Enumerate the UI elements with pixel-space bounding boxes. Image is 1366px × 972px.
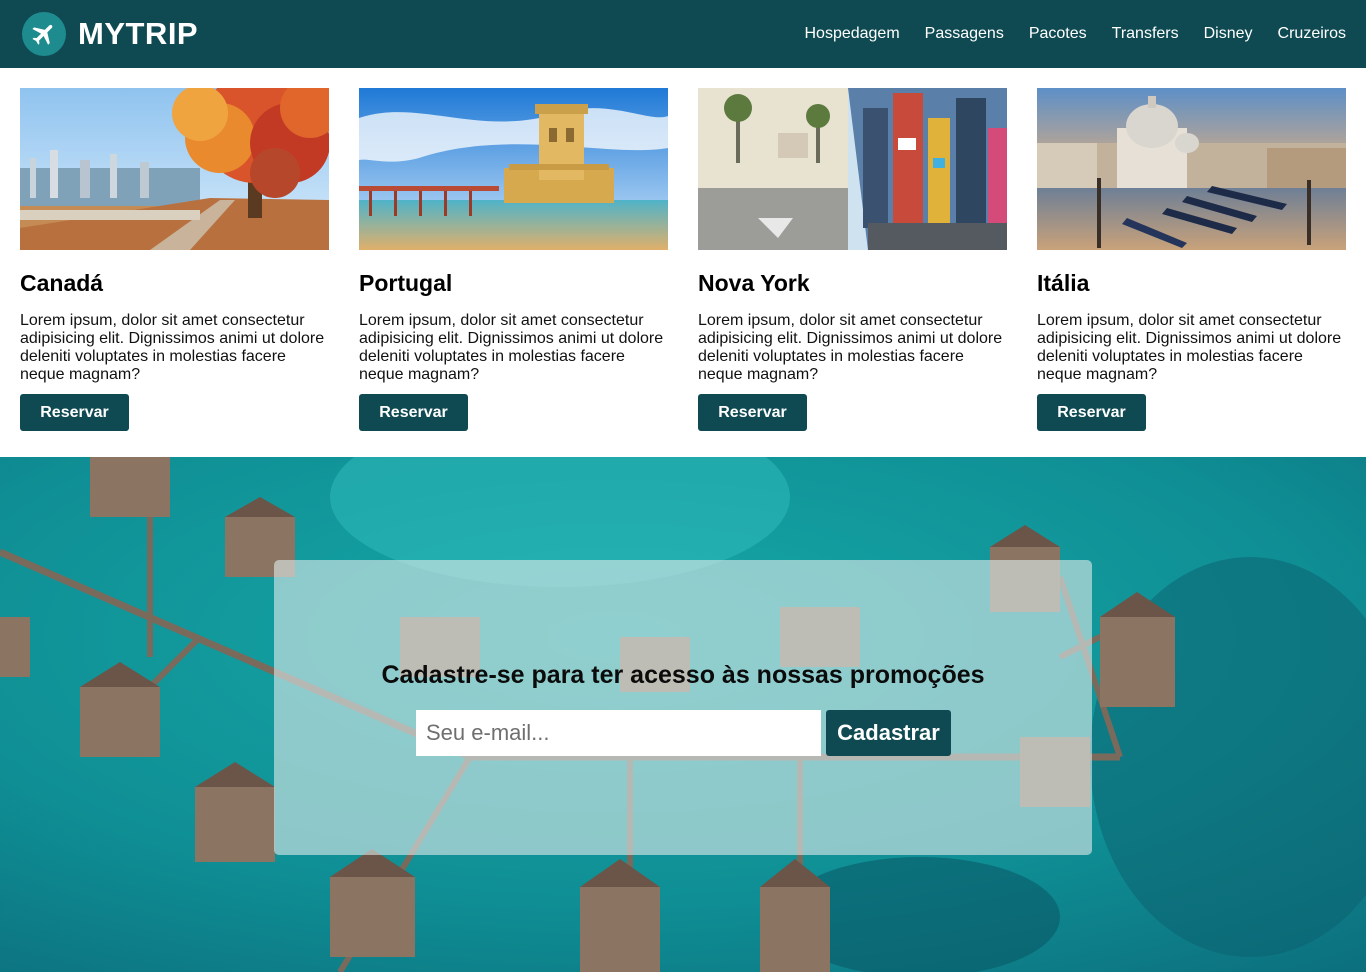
card-description: Lorem ipsum, dolor sit amet consectetur … [1037, 312, 1342, 383]
newsletter-hero: Cadastre-se para ter acesso às nossas pr… [0, 457, 1366, 972]
signup-form: Cadastrar [416, 710, 951, 756]
card-description: Lorem ipsum, dolor sit amet consectetur … [359, 312, 664, 383]
main-nav: Hospedagem Passagens Pacotes Transfers D… [779, 0, 1346, 68]
destination-card-nova-york: Nova York Lorem ipsum, dolor sit amet co… [698, 88, 1007, 431]
nav-item-disney[interactable]: Disney [1204, 25, 1253, 43]
nav-item-passagens[interactable]: Passagens [925, 25, 1004, 43]
brand-logo[interactable]: MYTRIP [22, 12, 198, 56]
reserve-button[interactable]: Reservar [698, 394, 807, 431]
top-navbar: MYTRIP Hospedagem Passagens Pacotes Tran… [0, 0, 1366, 68]
nova-york-photo [698, 88, 1007, 250]
nav-item-hospedagem[interactable]: Hospedagem [804, 25, 899, 43]
signup-button[interactable]: Cadastrar [826, 710, 951, 756]
signup-title: Cadastre-se para ter acesso às nossas pr… [381, 661, 985, 689]
email-input[interactable] [416, 710, 821, 756]
destination-card-canada: Canadá Lorem ipsum, dolor sit amet conse… [20, 88, 329, 431]
card-description: Lorem ipsum, dolor sit amet consectetur … [698, 312, 1003, 383]
reserve-button[interactable]: Reservar [359, 394, 468, 431]
canada-photo [20, 88, 329, 250]
card-description: Lorem ipsum, dolor sit amet consectetur … [20, 312, 325, 383]
card-title: Itália [1037, 270, 1090, 296]
card-title: Canadá [20, 270, 104, 296]
reserve-button[interactable]: Reservar [1037, 394, 1146, 431]
nav-item-cruzeiros[interactable]: Cruzeiros [1278, 25, 1346, 43]
destination-card-italia: Itália Lorem ipsum, dolor sit amet conse… [1037, 88, 1346, 431]
italia-photo [1037, 88, 1346, 250]
card-title: Portugal [359, 270, 453, 296]
nav-item-transfers[interactable]: Transfers [1112, 25, 1179, 43]
brand-name: MYTRIP [78, 16, 199, 51]
airplane-icon [22, 12, 66, 56]
card-title: Nova York [698, 270, 810, 296]
reserve-button[interactable]: Reservar [20, 394, 129, 431]
portugal-photo [359, 88, 668, 250]
nav-item-pacotes[interactable]: Pacotes [1029, 25, 1087, 43]
destination-card-portugal: Portugal Lorem ipsum, dolor sit amet con… [359, 88, 668, 431]
signup-panel: Cadastre-se para ter acesso às nossas pr… [274, 560, 1092, 855]
